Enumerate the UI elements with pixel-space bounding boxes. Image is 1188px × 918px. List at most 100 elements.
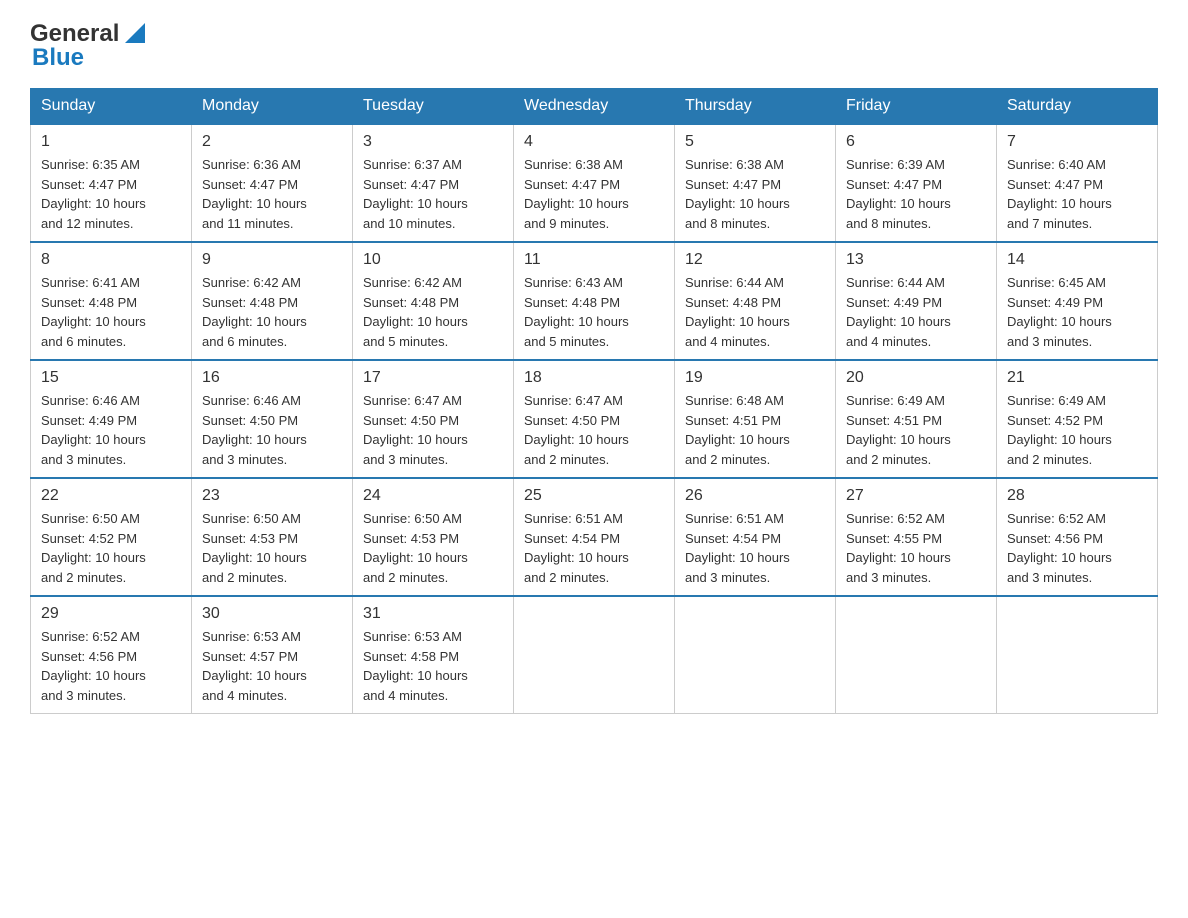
day-number: 18 [524, 369, 664, 387]
calendar-cell: 26 Sunrise: 6:51 AM Sunset: 4:54 PM Dayl… [675, 478, 836, 596]
calendar-cell [836, 596, 997, 714]
day-number: 3 [363, 133, 503, 151]
day-info: Sunrise: 6:50 AM Sunset: 4:52 PM Dayligh… [41, 509, 181, 587]
calendar-week-row: 15 Sunrise: 6:46 AM Sunset: 4:49 PM Dayl… [31, 360, 1158, 478]
col-header-saturday: Saturday [997, 89, 1158, 125]
page-header: General Blue [30, 20, 1158, 72]
day-number: 21 [1007, 369, 1147, 387]
day-number: 15 [41, 369, 181, 387]
col-header-monday: Monday [192, 89, 353, 125]
calendar-week-row: 29 Sunrise: 6:52 AM Sunset: 4:56 PM Dayl… [31, 596, 1158, 714]
day-info: Sunrise: 6:42 AM Sunset: 4:48 PM Dayligh… [363, 273, 503, 351]
calendar-cell: 24 Sunrise: 6:50 AM Sunset: 4:53 PM Dayl… [353, 478, 514, 596]
calendar-cell [514, 596, 675, 714]
calendar-cell: 17 Sunrise: 6:47 AM Sunset: 4:50 PM Dayl… [353, 360, 514, 478]
day-info: Sunrise: 6:52 AM Sunset: 4:56 PM Dayligh… [41, 627, 181, 705]
calendar-cell: 23 Sunrise: 6:50 AM Sunset: 4:53 PM Dayl… [192, 478, 353, 596]
day-info: Sunrise: 6:45 AM Sunset: 4:49 PM Dayligh… [1007, 273, 1147, 351]
day-info: Sunrise: 6:48 AM Sunset: 4:51 PM Dayligh… [685, 391, 825, 469]
day-info: Sunrise: 6:41 AM Sunset: 4:48 PM Dayligh… [41, 273, 181, 351]
day-number: 5 [685, 133, 825, 151]
day-info: Sunrise: 6:46 AM Sunset: 4:49 PM Dayligh… [41, 391, 181, 469]
day-info: Sunrise: 6:47 AM Sunset: 4:50 PM Dayligh… [363, 391, 503, 469]
calendar-cell: 22 Sunrise: 6:50 AM Sunset: 4:52 PM Dayl… [31, 478, 192, 596]
calendar-cell: 18 Sunrise: 6:47 AM Sunset: 4:50 PM Dayl… [514, 360, 675, 478]
col-header-friday: Friday [836, 89, 997, 125]
day-info: Sunrise: 6:49 AM Sunset: 4:51 PM Dayligh… [846, 391, 986, 469]
calendar-cell: 6 Sunrise: 6:39 AM Sunset: 4:47 PM Dayli… [836, 124, 997, 242]
day-info: Sunrise: 6:38 AM Sunset: 4:47 PM Dayligh… [524, 155, 664, 233]
day-info: Sunrise: 6:50 AM Sunset: 4:53 PM Dayligh… [363, 509, 503, 587]
day-number: 10 [363, 251, 503, 269]
calendar-cell [997, 596, 1158, 714]
col-header-sunday: Sunday [31, 89, 192, 125]
calendar-cell: 28 Sunrise: 6:52 AM Sunset: 4:56 PM Dayl… [997, 478, 1158, 596]
day-number: 19 [685, 369, 825, 387]
day-info: Sunrise: 6:51 AM Sunset: 4:54 PM Dayligh… [685, 509, 825, 587]
day-number: 27 [846, 487, 986, 505]
calendar-cell: 12 Sunrise: 6:44 AM Sunset: 4:48 PM Dayl… [675, 242, 836, 360]
day-info: Sunrise: 6:47 AM Sunset: 4:50 PM Dayligh… [524, 391, 664, 469]
day-info: Sunrise: 6:46 AM Sunset: 4:50 PM Dayligh… [202, 391, 342, 469]
day-number: 31 [363, 605, 503, 623]
calendar-cell: 31 Sunrise: 6:53 AM Sunset: 4:58 PM Dayl… [353, 596, 514, 714]
calendar-table: SundayMondayTuesdayWednesdayThursdayFrid… [30, 88, 1158, 714]
day-number: 25 [524, 487, 664, 505]
day-number: 14 [1007, 251, 1147, 269]
calendar-cell: 11 Sunrise: 6:43 AM Sunset: 4:48 PM Dayl… [514, 242, 675, 360]
day-number: 12 [685, 251, 825, 269]
calendar-cell: 27 Sunrise: 6:52 AM Sunset: 4:55 PM Dayl… [836, 478, 997, 596]
calendar-cell: 7 Sunrise: 6:40 AM Sunset: 4:47 PM Dayli… [997, 124, 1158, 242]
calendar-week-row: 22 Sunrise: 6:50 AM Sunset: 4:52 PM Dayl… [31, 478, 1158, 596]
calendar-cell: 29 Sunrise: 6:52 AM Sunset: 4:56 PM Dayl… [31, 596, 192, 714]
day-number: 30 [202, 605, 342, 623]
calendar-cell: 13 Sunrise: 6:44 AM Sunset: 4:49 PM Dayl… [836, 242, 997, 360]
calendar-cell: 19 Sunrise: 6:48 AM Sunset: 4:51 PM Dayl… [675, 360, 836, 478]
day-info: Sunrise: 6:52 AM Sunset: 4:56 PM Dayligh… [1007, 509, 1147, 587]
day-info: Sunrise: 6:44 AM Sunset: 4:49 PM Dayligh… [846, 273, 986, 351]
logo-triangle-icon [121, 19, 149, 47]
day-info: Sunrise: 6:44 AM Sunset: 4:48 PM Dayligh… [685, 273, 825, 351]
day-number: 20 [846, 369, 986, 387]
day-number: 26 [685, 487, 825, 505]
day-info: Sunrise: 6:49 AM Sunset: 4:52 PM Dayligh… [1007, 391, 1147, 469]
calendar-cell: 10 Sunrise: 6:42 AM Sunset: 4:48 PM Dayl… [353, 242, 514, 360]
day-number: 9 [202, 251, 342, 269]
day-info: Sunrise: 6:42 AM Sunset: 4:48 PM Dayligh… [202, 273, 342, 351]
day-info: Sunrise: 6:36 AM Sunset: 4:47 PM Dayligh… [202, 155, 342, 233]
day-info: Sunrise: 6:39 AM Sunset: 4:47 PM Dayligh… [846, 155, 986, 233]
day-number: 4 [524, 133, 664, 151]
col-header-wednesday: Wednesday [514, 89, 675, 125]
day-number: 2 [202, 133, 342, 151]
calendar-cell: 21 Sunrise: 6:49 AM Sunset: 4:52 PM Dayl… [997, 360, 1158, 478]
day-number: 1 [41, 133, 181, 151]
calendar-cell: 4 Sunrise: 6:38 AM Sunset: 4:47 PM Dayli… [514, 124, 675, 242]
day-info: Sunrise: 6:38 AM Sunset: 4:47 PM Dayligh… [685, 155, 825, 233]
calendar-cell: 2 Sunrise: 6:36 AM Sunset: 4:47 PM Dayli… [192, 124, 353, 242]
calendar-cell [675, 596, 836, 714]
day-number: 6 [846, 133, 986, 151]
day-info: Sunrise: 6:53 AM Sunset: 4:57 PM Dayligh… [202, 627, 342, 705]
day-number: 16 [202, 369, 342, 387]
day-number: 8 [41, 251, 181, 269]
day-number: 11 [524, 251, 664, 269]
day-number: 29 [41, 605, 181, 623]
logo-blue-text: Blue [32, 44, 84, 72]
day-number: 23 [202, 487, 342, 505]
day-info: Sunrise: 6:53 AM Sunset: 4:58 PM Dayligh… [363, 627, 503, 705]
day-info: Sunrise: 6:51 AM Sunset: 4:54 PM Dayligh… [524, 509, 664, 587]
day-info: Sunrise: 6:37 AM Sunset: 4:47 PM Dayligh… [363, 155, 503, 233]
calendar-cell: 15 Sunrise: 6:46 AM Sunset: 4:49 PM Dayl… [31, 360, 192, 478]
calendar-week-row: 8 Sunrise: 6:41 AM Sunset: 4:48 PM Dayli… [31, 242, 1158, 360]
col-header-tuesday: Tuesday [353, 89, 514, 125]
calendar-cell: 30 Sunrise: 6:53 AM Sunset: 4:57 PM Dayl… [192, 596, 353, 714]
day-number: 28 [1007, 487, 1147, 505]
day-info: Sunrise: 6:52 AM Sunset: 4:55 PM Dayligh… [846, 509, 986, 587]
day-info: Sunrise: 6:50 AM Sunset: 4:53 PM Dayligh… [202, 509, 342, 587]
calendar-cell: 20 Sunrise: 6:49 AM Sunset: 4:51 PM Dayl… [836, 360, 997, 478]
calendar-cell: 8 Sunrise: 6:41 AM Sunset: 4:48 PM Dayli… [31, 242, 192, 360]
day-number: 22 [41, 487, 181, 505]
calendar-cell: 14 Sunrise: 6:45 AM Sunset: 4:49 PM Dayl… [997, 242, 1158, 360]
calendar-cell: 1 Sunrise: 6:35 AM Sunset: 4:47 PM Dayli… [31, 124, 192, 242]
day-number: 7 [1007, 133, 1147, 151]
